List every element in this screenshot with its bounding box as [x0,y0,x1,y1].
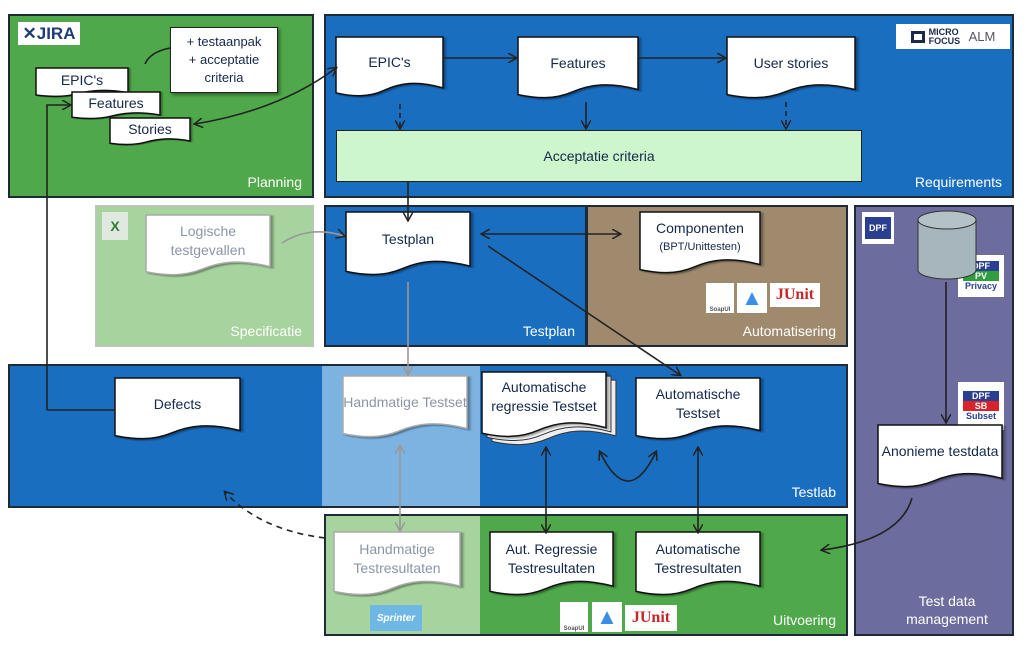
doc-label-sub: (BPT/Unittesten) [659,241,741,254]
doc-label: Testplan [381,230,435,247]
doc-label: Handmatige Testset [343,393,467,410]
doc-label: Handmatige Testresultaten [353,541,441,577]
componenten-doc: Componenten (BPT/Unittesten) [640,212,760,276]
defects-doc: Defects [115,378,240,442]
doc-label: Automatische regressie Testset [491,378,597,414]
auto-resultaten-doc: Automatische Testresultaten [636,532,760,598]
microfocus-alm-logo: MICRO FOCUS ALM [896,24,1010,49]
acceptatie-criteria: Acceptatie criteria [336,130,862,182]
soapui-logo: SoapUI [560,602,588,632]
panel-label: Automatisering [742,323,836,339]
stories-doc-planning: Stories [110,118,190,146]
panel-label: Testplan [522,323,575,339]
jira-logo: ✕ JIRA [18,22,80,45]
planning-note: + testaanpak + acceptatie criteria [170,27,278,93]
dpf-subset-logo: DPF SB Subset [958,382,1004,430]
azure-logo: ▲ [737,283,767,313]
sprinter-logo: Sprinter [370,605,422,631]
doc-label: Componenten (BPT/Unittesten) [640,212,760,264]
panel-label: Requirements [914,174,1002,190]
doc-label: EPIC's [368,53,411,70]
junit-logo: JUnit [770,283,820,307]
excel-logo: X [102,212,128,240]
doc-label: Automatische Testset [655,386,741,422]
testplan-doc: Testplan [346,212,470,278]
junit-logo: JUnit [625,605,677,631]
soapui-logo: SoapUI [706,283,734,313]
panel-label: Planning [247,174,303,190]
doc-label: Aut. Regressie Testresultaten [505,541,598,577]
epic-doc: EPIC's [336,37,443,99]
doc-label: Stories [128,120,172,137]
user-stories-doc: User stories [727,37,855,101]
anonieme-testdata-doc: Anonieme testdata [878,425,1002,490]
logische-testgevallen-doc: Logische testgevallen [146,215,270,278]
doc-label: Features [550,54,606,71]
azure-logo: ▲ [592,602,622,632]
auto-testset-doc: Automatische Testset [636,378,760,442]
panel-label: Uitvoering [772,612,836,628]
auto-regressie-testset-doc: Automatische regressie Testset [482,372,606,440]
doc-label: Features [88,94,144,111]
handmatige-resultaten-doc: Handmatige Testresultaten [334,532,460,598]
panel-label: Testlab [791,484,836,500]
doc-label: Anonieme testdata [881,443,999,460]
panel-label: Specificatie [230,323,302,339]
dpf-logo: DPF [862,212,894,244]
doc-label: User stories [753,54,829,71]
doc-label: Automatische Testresultaten [654,541,742,577]
database-icon [917,210,977,280]
aut-regressie-resultaten-doc: Aut. Regressie Testresultaten [490,532,613,598]
doc-label-main: Componenten [656,220,744,237]
features-doc: Features [518,37,638,101]
doc-label: Logische testgevallen [170,222,246,258]
panel-label: Test data management [906,593,988,627]
doc-label: Defects [153,395,202,412]
handmatige-testset-doc: Handmatige Testset [343,376,467,440]
features-doc-planning: Features [72,92,160,120]
doc-label: EPIC's [60,71,104,88]
